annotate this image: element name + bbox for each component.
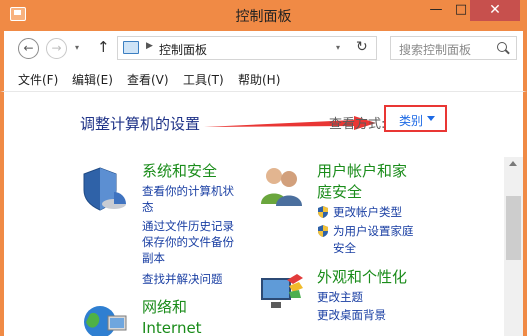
search-box[interactable]: 搜索控制面板	[390, 36, 517, 60]
close-button[interactable]: ✕	[470, 0, 520, 21]
refresh-icon[interactable]: ↻	[356, 39, 368, 55]
system-security-title[interactable]: 系统和安全	[142, 161, 217, 182]
navigation-bar: ← → ▾ ↑ ▶ 控制面板 ▾ ↻ 搜索控制面板	[0, 31, 527, 65]
address-history-dropdown[interactable]: ▾	[336, 43, 340, 52]
menu-bar: 文件(F) 编辑(E) 查看(V) 工具(T) 帮助(H)	[0, 65, 527, 92]
control-panel-content: 调整计算机的设置 查看方式: 类别 系统和安全 查看你的计算机状 态 通过文件历…	[0, 92, 527, 336]
appearance-personalization-icon	[261, 274, 303, 308]
breadcrumb-separator-icon[interactable]: ▶	[146, 41, 153, 51]
vertical-scrollbar[interactable]	[504, 157, 523, 336]
user-accounts-title-cont[interactable]: 庭安全	[317, 182, 362, 203]
family-safety-link-cont[interactable]: 安全	[333, 241, 356, 256]
menu-file[interactable]: 文件(F)	[18, 71, 58, 88]
minimize-button[interactable]: —	[425, 0, 447, 21]
file-history-link-cont[interactable]: 保存你的文件备份	[142, 235, 234, 250]
network-title[interactable]: 网络和	[142, 297, 187, 318]
change-theme-link[interactable]: 更改主题	[317, 290, 363, 305]
network-title-cont[interactable]: Internet	[142, 318, 202, 336]
scroll-up-icon[interactable]	[509, 161, 517, 166]
system-security-icon	[83, 167, 126, 211]
menu-help[interactable]: 帮助(H)	[238, 71, 280, 88]
arrow-left-icon: ←	[23, 41, 34, 55]
minimize-icon: —	[429, 2, 443, 17]
change-account-type-link[interactable]: 更改帐户类型	[333, 205, 402, 220]
view-by-label: 查看方式:	[329, 117, 386, 132]
forward-button[interactable]: →	[46, 38, 67, 59]
appearance-title[interactable]: 外观和个性化	[317, 267, 407, 288]
recent-locations-dropdown[interactable]: ▾	[75, 43, 79, 52]
uac-shield-icon	[318, 225, 328, 237]
maximize-icon: □	[454, 2, 468, 17]
troubleshoot-link[interactable]: 查找并解决问题	[142, 272, 223, 287]
view-by-dropdown[interactable]: 类别	[384, 105, 447, 132]
page-title: 调整计算机的设置	[80, 115, 201, 133]
view-computer-status-link-cont[interactable]: 态	[142, 200, 154, 215]
user-accounts-icon	[261, 168, 302, 206]
view-by-value[interactable]: 类别	[399, 112, 423, 129]
search-icon[interactable]	[497, 42, 507, 52]
view-computer-status-link[interactable]: 查看你的计算机状	[142, 184, 234, 199]
scrollbar-thumb[interactable]	[506, 196, 521, 260]
menu-view[interactable]: 查看(V)	[127, 71, 169, 88]
breadcrumb-control-panel[interactable]: 控制面板	[159, 41, 207, 58]
address-bar[interactable]: ▶ 控制面板 ▾ ↻	[117, 36, 377, 60]
title-bar: 控制面板 — □ ✕	[0, 0, 527, 31]
up-button[interactable]: ↑	[97, 38, 110, 56]
change-desktop-background-link[interactable]: 更改桌面背景	[317, 308, 386, 323]
file-history-link-cont2[interactable]: 副本	[142, 251, 165, 266]
search-input[interactable]: 搜索控制面板	[399, 41, 471, 58]
back-button[interactable]: ←	[18, 38, 39, 59]
arrow-right-icon: →	[51, 41, 62, 55]
uac-shield-icon	[318, 206, 328, 218]
close-icon: ✕	[489, 2, 501, 18]
control-panel-icon	[123, 41, 139, 54]
user-accounts-title[interactable]: 用户帐户和家	[317, 161, 407, 182]
menu-edit[interactable]: 编辑(E)	[72, 71, 113, 88]
menu-tools[interactable]: 工具(T)	[183, 71, 224, 88]
network-internet-icon	[84, 306, 127, 336]
maximize-button[interactable]: □	[450, 0, 472, 21]
chevron-down-icon[interactable]	[427, 116, 435, 121]
family-safety-link[interactable]: 为用户设置家庭	[333, 224, 414, 239]
window-title: 控制面板	[235, 9, 292, 25]
file-history-link[interactable]: 通过文件历史记录	[142, 219, 234, 234]
